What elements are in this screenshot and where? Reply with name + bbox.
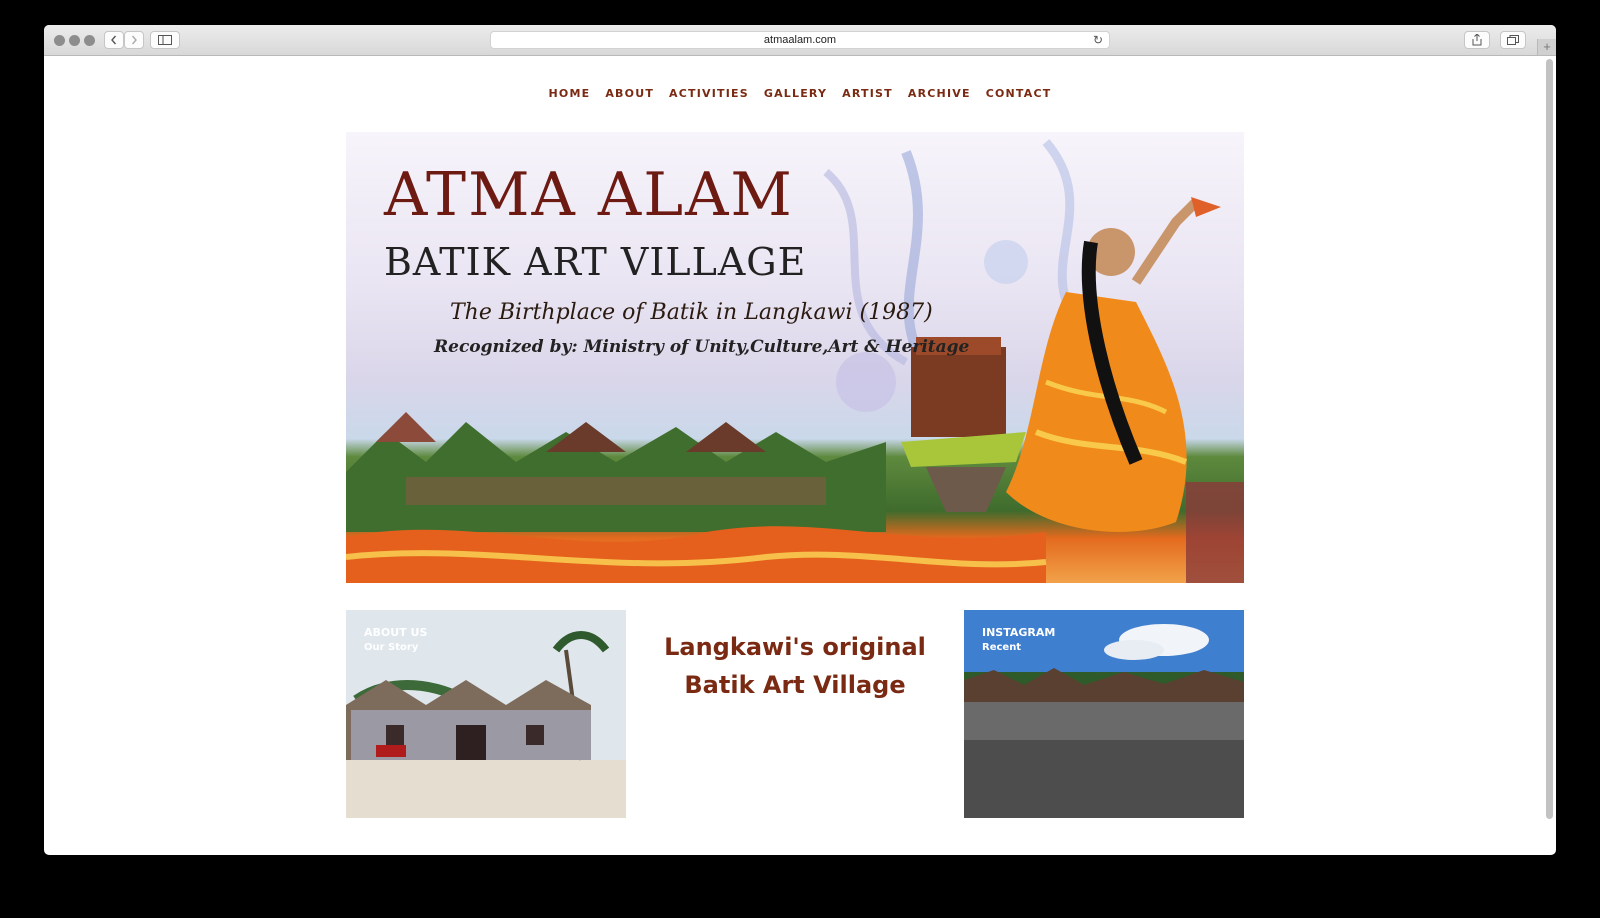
nav-contact[interactable]: CONTACT <box>986 87 1052 100</box>
main-nav: HOME ABOUT ACTIVITIES GALLERY ARTIST ARC… <box>44 87 1556 100</box>
page-headline: Langkawi's original Batik Art Village <box>645 628 945 704</box>
instagram-sublabel: Recent <box>982 642 1022 653</box>
share-icon <box>1472 34 1482 46</box>
chevron-right-icon <box>131 35 137 45</box>
back-button[interactable] <box>104 31 124 49</box>
hero-tagline: The Birthplace of Batik in Langkawi (198… <box>450 300 933 325</box>
url-text: atmaalam.com <box>763 34 837 46</box>
nav-activities[interactable]: ACTIVITIES <box>669 87 749 100</box>
nav-gallery[interactable]: GALLERY <box>764 87 827 100</box>
nav-home[interactable]: HOME <box>549 87 591 100</box>
sidebar-icon <box>158 35 172 45</box>
hero-title: ATMA ALAM <box>384 160 794 230</box>
address-bar[interactable]: atmaalam.com ↻ <box>490 31 1110 49</box>
about-us-card[interactable]: ABOUT US Our Story <box>346 610 626 818</box>
sidebar-button[interactable] <box>150 31 180 49</box>
nav-about[interactable]: ABOUT <box>605 87 654 100</box>
forward-button[interactable] <box>124 31 144 49</box>
nav-artist[interactable]: ARTIST <box>842 87 893 100</box>
maximize-window-button[interactable] <box>84 35 95 46</box>
headline-line-1: Langkawi's original <box>664 633 926 661</box>
hero-subtitle: BATIK ART VILLAGE <box>384 240 807 284</box>
about-us-label: ABOUT US <box>364 626 428 639</box>
close-window-button[interactable] <box>54 35 65 46</box>
nav-archive[interactable]: ARCHIVE <box>908 87 971 100</box>
new-tab-button[interactable]: + <box>1537 39 1556 55</box>
instagram-label: INSTAGRAM <box>982 626 1056 639</box>
tabs-overview-button[interactable] <box>1500 31 1526 49</box>
tabs-icon <box>1507 35 1519 45</box>
feature-cards: ABOUT US Our Story Langkawi's original B… <box>346 610 1244 820</box>
browser-window: atmaalam.com ↻ + HOME ABOUT ACTIVITIES G… <box>44 25 1556 855</box>
vertical-scrollbar[interactable] <box>1546 59 1553 819</box>
chevron-left-icon <box>111 35 117 45</box>
share-button[interactable] <box>1464 31 1490 49</box>
reload-icon[interactable]: ↻ <box>1093 32 1103 48</box>
instagram-card[interactable]: INSTAGRAM Recent <box>964 610 1244 818</box>
hero-banner: ATMA ALAM BATIK ART VILLAGE The Birthpla… <box>346 132 1244 583</box>
headline-line-2: Batik Art Village <box>684 671 906 699</box>
minimize-window-button[interactable] <box>69 35 80 46</box>
about-us-sublabel: Our Story <box>364 642 419 653</box>
hero-recognition: Recognized by: Ministry of Unity,Culture… <box>434 337 970 357</box>
browser-toolbar: atmaalam.com ↻ + <box>44 25 1556 56</box>
